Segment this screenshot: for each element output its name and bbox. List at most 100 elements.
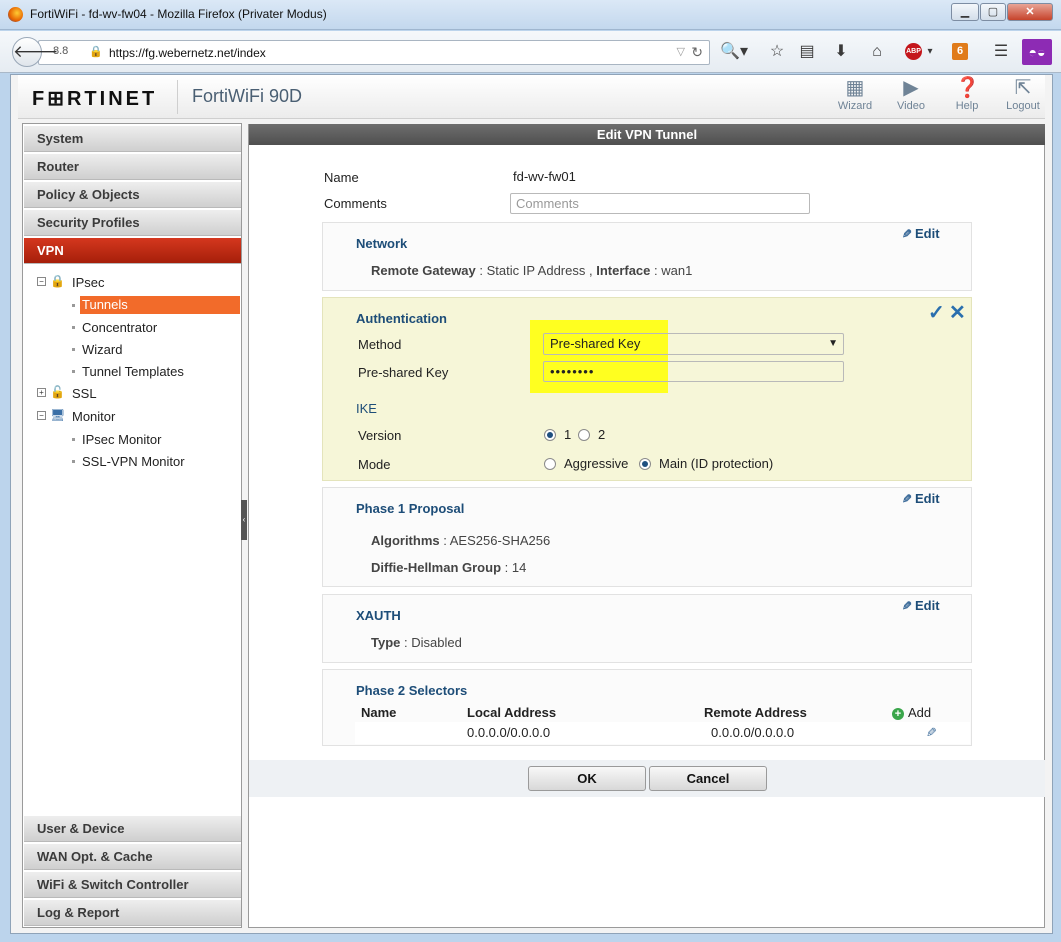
lock-icon: 🔒 bbox=[89, 46, 103, 58]
cancel-button[interactable]: Cancel bbox=[649, 766, 767, 791]
tree-tunnels[interactable]: Tunnels bbox=[80, 296, 240, 314]
menu-security-profiles[interactable]: Security Profiles bbox=[24, 210, 241, 236]
wizard-label: Wizard bbox=[837, 100, 873, 112]
phase2-row-edit-icon[interactable]: ✎ bbox=[926, 725, 937, 741]
firefox-icon bbox=[8, 7, 23, 22]
reload-icon[interactable]: ↻ bbox=[691, 44, 703, 61]
adblock-dropdown-icon[interactable]: ▾ bbox=[924, 41, 936, 63]
tree-bullet bbox=[72, 438, 75, 441]
monitor-folder-icon: 🖥 bbox=[50, 408, 66, 422]
reading-list-icon[interactable]: ▤ bbox=[796, 41, 818, 63]
edit-label: Edit bbox=[915, 226, 940, 241]
method-select[interactable]: Pre-shared Key ▼ bbox=[543, 333, 844, 355]
psk-label: Pre-shared Key bbox=[358, 365, 449, 380]
psk-input[interactable]: •••••••• bbox=[543, 361, 844, 382]
ssl-folder-icon: 🔓 bbox=[50, 385, 65, 399]
ipsec-folder-icon: 🔒 bbox=[50, 274, 65, 288]
video-icon: ▶ bbox=[903, 77, 919, 99]
header-video-button[interactable]: ▶ Video bbox=[886, 77, 936, 112]
window-left-border bbox=[0, 74, 10, 934]
comments-field[interactable]: Comments bbox=[510, 193, 810, 214]
xauth-edit-button[interactable]: ✎ Edit bbox=[900, 598, 940, 613]
minimize-button[interactable]: ▁ bbox=[951, 3, 979, 21]
monitor-collapse-toggle[interactable]: − bbox=[37, 411, 46, 420]
search-icon[interactable]: 🔍▾ bbox=[720, 41, 748, 63]
back-button[interactable]: 🡐 bbox=[12, 37, 59, 67]
tree-bullet bbox=[72, 460, 75, 463]
tree-ipsec[interactable]: IPsec bbox=[72, 275, 105, 290]
help-label: Help bbox=[955, 100, 979, 112]
add-label: Add bbox=[908, 705, 932, 720]
mode-aggressive-label: Aggressive bbox=[564, 456, 629, 471]
version-2-radio[interactable] bbox=[578, 429, 590, 441]
cancel-x-icon[interactable]: ✕ bbox=[949, 300, 966, 325]
menu-icon[interactable]: ☰ bbox=[990, 41, 1012, 63]
adblock-icon[interactable]: ABP bbox=[905, 43, 922, 60]
close-window-button[interactable]: ✕ bbox=[1007, 3, 1053, 21]
window-title: FortiWiFi - fd-wv-fw04 - Mozilla Firefox… bbox=[30, 7, 327, 21]
tree-concentrator[interactable]: Concentrator bbox=[82, 320, 157, 335]
sidebar: System Router Policy & Objects Security … bbox=[22, 123, 242, 928]
addon-six-icon[interactable]: 6 bbox=[952, 43, 968, 60]
version-1-label: 1 bbox=[564, 427, 572, 442]
network-edit-button[interactable]: ✎ Edit bbox=[900, 226, 940, 241]
menu-wan-opt[interactable]: WAN Opt. & Cache bbox=[24, 844, 241, 870]
tree-bullet bbox=[72, 370, 75, 373]
tree-tunnel-templates[interactable]: Tunnel Templates bbox=[82, 364, 184, 379]
header-wizard-button[interactable]: ▦ Wizard bbox=[830, 77, 880, 112]
comments-label: Comments bbox=[324, 196, 387, 211]
menu-log-report[interactable]: Log & Report bbox=[24, 900, 241, 926]
tree-sslvpn-monitor[interactable]: SSL-VPN Monitor bbox=[82, 454, 185, 469]
algorithms-key: Algorithms bbox=[371, 533, 440, 548]
mode-label: Mode bbox=[358, 457, 391, 472]
tree-monitor[interactable]: Monitor bbox=[72, 409, 115, 424]
home-icon[interactable]: ⌂ bbox=[866, 41, 888, 63]
col-name-header: Name bbox=[361, 705, 397, 720]
menu-policy-objects[interactable]: Policy & Objects bbox=[24, 182, 241, 208]
phase2-add-button[interactable]: + Add bbox=[892, 705, 931, 720]
logout-icon: ⇱ bbox=[1014, 77, 1032, 99]
phase2-row-remote: 0.0.0.0/0.0.0.0 bbox=[711, 725, 795, 740]
device-model: FortiWiFi 90D bbox=[192, 86, 303, 106]
menu-system[interactable]: System bbox=[24, 126, 241, 152]
header-separator bbox=[177, 80, 178, 114]
algorithms-value: : AES256-SHA256 bbox=[439, 533, 551, 548]
apply-check-icon[interactable]: ✓ bbox=[928, 300, 945, 325]
phase1-edit-button[interactable]: ✎ Edit bbox=[900, 491, 940, 506]
mode-main-radio[interactable] bbox=[639, 458, 651, 470]
tree-ipsec-monitor[interactable]: IPsec Monitor bbox=[82, 432, 161, 447]
bookmark-star-icon[interactable]: ☆ bbox=[766, 41, 788, 63]
sidebar-collapse-handle[interactable]: ‹ bbox=[241, 500, 247, 540]
network-summary: Remote Gateway : Static IP Address , Int… bbox=[371, 263, 692, 278]
logout-label: Logout bbox=[1006, 100, 1040, 112]
url-dropdown-icon[interactable]: ▽ bbox=[677, 45, 685, 58]
name-label: Name bbox=[324, 170, 359, 185]
menu-router[interactable]: Router bbox=[24, 154, 241, 180]
col-remote-header: Remote Address bbox=[704, 705, 807, 720]
select-arrow-icon: ▼ bbox=[828, 338, 838, 349]
video-label: Video bbox=[897, 100, 925, 112]
interface-key: Interface bbox=[596, 263, 651, 278]
pencil-icon: ✎ bbox=[901, 599, 912, 613]
header-logout-button[interactable]: ⇱ Logout bbox=[998, 77, 1048, 112]
fortinet-logo: F⊞RTINET bbox=[32, 88, 158, 110]
dh-group-key: Diffie-Hellman Group bbox=[371, 560, 502, 575]
version-1-radio[interactable] bbox=[544, 429, 556, 441]
ipsec-collapse-toggle[interactable]: − bbox=[37, 277, 46, 286]
menu-user-device[interactable]: User & Device bbox=[24, 816, 241, 842]
method-value: Pre-shared Key bbox=[550, 336, 641, 351]
menu-wifi-switch[interactable]: WiFi & Switch Controller bbox=[24, 872, 241, 898]
url-text: https://fg.webernetz.net/index bbox=[109, 46, 266, 60]
url-bar[interactable]: 8.8 🔒 https://fg.webernetz.net/index ▽ ↻ bbox=[38, 40, 710, 65]
ok-button[interactable]: OK bbox=[528, 766, 646, 791]
ssl-expand-toggle[interactable]: + bbox=[37, 388, 46, 397]
tree-wizard[interactable]: Wizard bbox=[82, 342, 122, 357]
download-icon[interactable]: ⬇ bbox=[830, 41, 852, 63]
edit-label: Edit bbox=[915, 491, 940, 506]
header-help-button[interactable]: ❓ Help bbox=[942, 77, 992, 112]
network-section bbox=[322, 222, 972, 291]
tree-ssl[interactable]: SSL bbox=[72, 386, 97, 401]
mode-aggressive-radio[interactable] bbox=[544, 458, 556, 470]
maximize-button[interactable]: ▢ bbox=[980, 3, 1006, 21]
menu-vpn[interactable]: VPN bbox=[24, 238, 241, 264]
